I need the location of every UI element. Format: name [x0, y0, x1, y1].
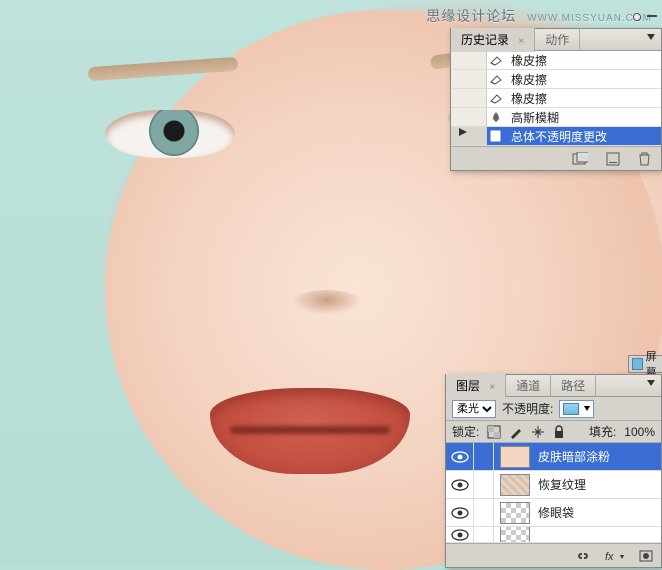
blur-icon	[487, 111, 505, 123]
history-item-label: 高斯模糊	[505, 109, 559, 126]
close-icon[interactable]: ×	[518, 36, 524, 47]
nose-shadow	[292, 290, 362, 315]
chevron-down-icon	[584, 406, 590, 411]
lock-transparency-button[interactable]	[487, 425, 501, 439]
link-cell[interactable]	[474, 499, 494, 526]
eraser-icon	[487, 92, 505, 104]
eye-icon	[451, 529, 469, 541]
doc-icon	[487, 130, 505, 142]
history-item[interactable]: 橡皮擦	[451, 89, 661, 108]
visibility-toggle[interactable]	[446, 499, 474, 526]
history-item-label: 橡皮擦	[505, 71, 547, 88]
link-cell[interactable]	[474, 443, 494, 470]
eraser-icon	[487, 73, 505, 85]
eraser-icon	[487, 54, 505, 66]
watermark: 思缘设计论坛 WWW.MISSYUAN.COM	[426, 6, 652, 26]
layer-name: 恢复纹理	[536, 476, 661, 493]
layers-list: 皮肤暗部涂粉 恢复纹理 修眼袋	[446, 443, 661, 543]
visibility-toggle[interactable]	[446, 527, 474, 542]
tab-actions[interactable]: 动作	[535, 28, 580, 51]
panel-menu-icon[interactable]	[647, 380, 655, 386]
history-item[interactable]: 高斯模糊	[451, 108, 661, 127]
layer-fx-button[interactable]: fx	[605, 550, 625, 562]
eye-icon	[451, 451, 469, 463]
opacity-label: 不透明度:	[502, 400, 553, 417]
layer-thumbnail	[500, 502, 530, 524]
tab-actions-label: 动作	[545, 33, 569, 47]
svg-text:fx: fx	[605, 551, 614, 562]
panel-menu-icon[interactable]	[647, 34, 655, 40]
layers-panel: 图层 × 通道 路径 柔光 不透明度: 锁定:	[445, 374, 662, 568]
close-icon[interactable]: ×	[489, 382, 495, 393]
delete-button[interactable]	[638, 152, 651, 166]
panel-collapse-dot[interactable]	[633, 13, 641, 21]
visibility-toggle[interactable]	[446, 443, 474, 470]
tab-paths[interactable]: 路径	[551, 374, 596, 397]
layers-footer: fx	[446, 543, 661, 567]
history-item-label: 橡皮擦	[505, 52, 547, 69]
history-list: 橡皮擦 橡皮擦 橡皮擦 高斯模糊	[451, 51, 661, 146]
tab-paths-label: 路径	[561, 379, 585, 393]
add-mask-button[interactable]	[639, 550, 653, 562]
history-item[interactable]: 橡皮擦	[451, 51, 661, 70]
layer-thumbnail	[500, 527, 530, 543]
lock-label: 锁定:	[452, 423, 479, 440]
history-item[interactable]: 总体不透明度更改	[451, 127, 661, 146]
eye-left	[105, 110, 235, 158]
visibility-toggle[interactable]	[446, 471, 474, 498]
new-doc-from-state-button[interactable]	[572, 152, 588, 166]
layer-name: 皮肤暗部涂粉	[536, 448, 661, 465]
layer-thumbnail	[500, 474, 530, 496]
tab-channels-label: 通道	[516, 379, 540, 393]
opacity-value[interactable]	[559, 400, 594, 418]
layer-thumbnail	[500, 446, 530, 468]
lock-row: 锁定: 填充: 100%	[446, 421, 661, 443]
history-item-label: 总体不透明度更改	[505, 128, 607, 145]
panel-minimize[interactable]	[647, 15, 657, 17]
layers-tabs: 图层 × 通道 路径	[446, 375, 661, 397]
history-item[interactable]: 橡皮擦	[451, 70, 661, 89]
layer-row[interactable]	[446, 527, 661, 543]
lock-pixels-button[interactable]	[509, 425, 523, 439]
tab-channels[interactable]: 通道	[506, 374, 551, 397]
eye-icon	[451, 507, 469, 519]
watermark-text: 思缘设计论坛	[426, 8, 516, 24]
swatch-icon	[632, 358, 643, 370]
tab-layers-label: 图层	[456, 379, 480, 393]
eye-icon	[451, 479, 469, 491]
layer-row[interactable]: 恢复纹理	[446, 471, 661, 499]
tab-history[interactable]: 历史记录 ×	[451, 28, 535, 52]
new-snapshot-button[interactable]	[606, 152, 620, 166]
history-footer	[451, 146, 661, 170]
blend-mode-select[interactable]: 柔光	[452, 400, 496, 418]
fill-label: 填充:	[589, 423, 616, 440]
link-layers-button[interactable]	[575, 550, 591, 562]
fill-value-text: 100%	[624, 425, 655, 439]
link-cell[interactable]	[474, 471, 494, 498]
layer-name: 修眼袋	[536, 504, 661, 521]
lock-all-button[interactable]	[553, 425, 565, 439]
layer-options-row: 柔光 不透明度:	[446, 397, 661, 421]
history-panel: 历史记录 × 动作 橡皮擦 橡皮擦 橡皮擦	[450, 28, 662, 171]
history-item-label: 橡皮擦	[505, 90, 547, 107]
side-color-chip[interactable]: 屏幕	[628, 355, 662, 373]
history-tabs: 历史记录 × 动作	[451, 29, 661, 51]
history-marker-icon	[457, 126, 475, 138]
lock-position-button[interactable]	[531, 425, 545, 439]
fill-value[interactable]: 100%	[624, 425, 655, 439]
swatch-icon	[563, 403, 579, 415]
link-cell[interactable]	[474, 527, 494, 542]
tab-layers[interactable]: 图层 ×	[446, 374, 506, 398]
tab-history-label: 历史记录	[461, 33, 509, 47]
layer-row[interactable]: 皮肤暗部涂粉	[446, 443, 661, 471]
layer-row[interactable]: 修眼袋	[446, 499, 661, 527]
